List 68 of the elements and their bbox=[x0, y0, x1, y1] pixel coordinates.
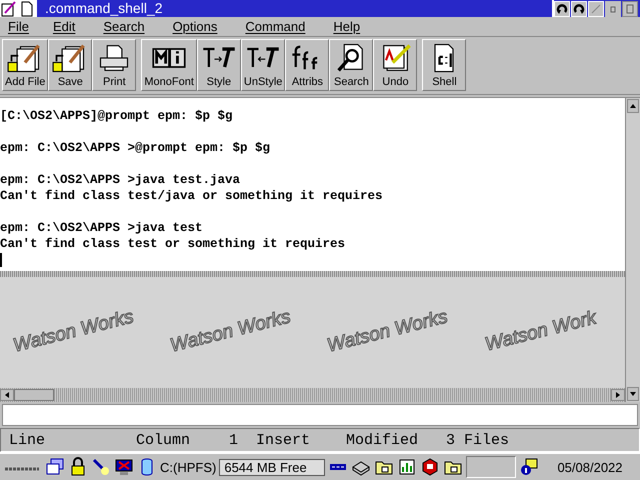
drive-label: C:(HPFS) bbox=[160, 460, 216, 475]
command-input-field[interactable] bbox=[2, 404, 638, 426]
console-line: [C:\OS2\APPS]@prompt epm: $p $g bbox=[0, 108, 234, 124]
vertical-scrollbar[interactable] bbox=[625, 98, 640, 402]
maximize-icon[interactable] bbox=[622, 0, 638, 16]
scroll-down-icon[interactable] bbox=[627, 387, 639, 402]
window-title: .command_shell_2 bbox=[37, 0, 552, 17]
document-icon[interactable] bbox=[19, 0, 35, 16]
status-text: Line bbox=[9, 432, 46, 449]
font-attributes-icon bbox=[292, 46, 319, 70]
horizontal-scrollbar[interactable] bbox=[0, 388, 625, 402]
toolbar-button[interactable]: Print bbox=[92, 38, 136, 91]
status-text: Column bbox=[136, 432, 192, 449]
menu-item[interactable]: Options bbox=[170, 18, 228, 34]
chart-icon[interactable] bbox=[397, 457, 418, 478]
flashlight-icon[interactable] bbox=[91, 457, 111, 478]
scroll-thumb[interactable] bbox=[14, 389, 54, 402]
toolbar-button[interactable]: UnStyle bbox=[240, 38, 286, 91]
free-space-field: 6544 MB Free bbox=[219, 458, 326, 476]
menu-item[interactable]: File bbox=[6, 18, 39, 34]
scroll-left-icon[interactable] bbox=[0, 389, 14, 402]
watermark-text: Watson Works bbox=[10, 306, 137, 360]
minimize-icon[interactable] bbox=[605, 0, 621, 16]
toolbar-button[interactable]: Attribs bbox=[285, 38, 330, 91]
info-icon[interactable] bbox=[519, 457, 539, 478]
monitor-icon[interactable] bbox=[114, 457, 134, 478]
watermark-text: Watson Work bbox=[482, 307, 599, 358]
command-prompt-icon bbox=[434, 44, 454, 72]
toolbar-button[interactable]: Undo bbox=[373, 38, 418, 91]
status-text: Insert bbox=[256, 432, 312, 449]
menu-item[interactable]: Command bbox=[243, 18, 316, 34]
console-line: Can't find class test/java or something it requires bbox=[0, 188, 384, 204]
search-button[interactable]: Search bbox=[329, 38, 374, 91]
editor-area[interactable] bbox=[0, 98, 625, 271]
monospace-font-icon bbox=[152, 48, 186, 68]
menu-item[interactable]: Search bbox=[101, 18, 155, 34]
console-line: epm: C:\OS2\APPS >java test bbox=[0, 220, 204, 236]
menu-item[interactable]: Edit bbox=[50, 18, 86, 34]
clock-date: 05/08/2022 bbox=[556, 460, 624, 475]
console-line: epm: C:\OS2\APPS >@prompt epm: $p $g bbox=[0, 140, 272, 156]
toolbar-button[interactable]: Style bbox=[196, 38, 241, 91]
console-line: epm: C:\OS2\APPS >java test.java bbox=[0, 172, 242, 188]
status-text: 1 bbox=[229, 432, 240, 449]
document-pencil-icon bbox=[384, 44, 412, 71]
documents-pencil-icon bbox=[52, 44, 86, 72]
search-icon bbox=[338, 44, 364, 72]
status-text: Modified bbox=[346, 432, 420, 449]
rotate-left-icon[interactable] bbox=[554, 0, 570, 16]
scroll-right-icon[interactable] bbox=[611, 389, 625, 402]
windows-icon[interactable] bbox=[45, 457, 65, 478]
text-style-icon bbox=[246, 47, 281, 69]
taskbar-empty-slot bbox=[466, 456, 516, 478]
toolbar-button[interactable]: Save bbox=[48, 38, 92, 91]
menu-item[interactable]: Help bbox=[331, 18, 370, 34]
rotate-right-icon[interactable] bbox=[571, 0, 587, 16]
toolbar-button[interactable]: Add File bbox=[2, 38, 48, 91]
watermark-text: Watson Works bbox=[167, 306, 294, 360]
text-cursor bbox=[0, 252, 2, 267]
toolbar-button[interactable]: MonoFont bbox=[141, 38, 197, 91]
console-line: Can't find class test or something it requires bbox=[0, 236, 346, 252]
text-style-icon bbox=[202, 47, 236, 69]
status-text: 3 Files bbox=[446, 432, 510, 449]
scroll-up-icon[interactable] bbox=[627, 98, 639, 113]
watermark-text: Watson Works bbox=[324, 306, 452, 360]
toolbar-button[interactable]: Shell bbox=[422, 38, 466, 91]
documents-pencil-icon bbox=[8, 44, 40, 72]
printer-icon bbox=[100, 44, 128, 71]
pen-document-icon[interactable] bbox=[1, 0, 17, 16]
